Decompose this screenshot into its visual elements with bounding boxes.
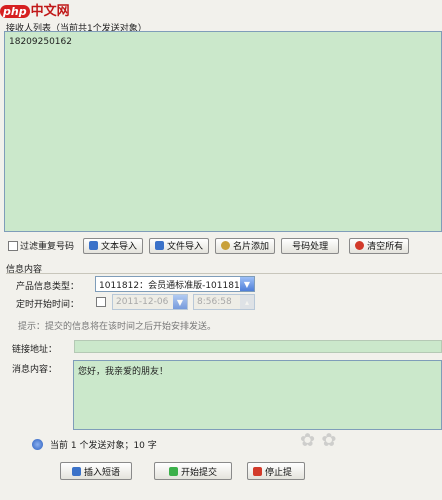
recipient-list[interactable]: 18209250162	[4, 31, 442, 232]
file-import-button[interactable]: 文件导入	[149, 237, 210, 254]
chevron-down-icon[interactable]: ▼	[173, 295, 187, 309]
clear-all-button[interactable]: 清空所有	[349, 237, 410, 254]
section-divider	[6, 273, 442, 274]
spinner-arrows-icon[interactable]: ▴	[240, 295, 254, 309]
import-icon	[89, 241, 99, 250]
watermark-logo: ✿ ✿	[300, 430, 337, 451]
insert-phrase-button[interactable]: 插入短语	[60, 462, 132, 480]
site-logo: php 中文网	[0, 0, 70, 20]
start-submit-button[interactable]: 开始提交	[154, 462, 232, 480]
stop-icon	[253, 466, 262, 476]
insert-phrase-label: 插入短语	[83, 467, 120, 478]
schedule-time-spinner[interactable]: 8:56:58 ▴	[193, 294, 255, 310]
product-type-label: 产品信息类型：	[16, 282, 80, 292]
schedule-checkbox[interactable]	[96, 297, 106, 307]
logo-text: 中文网	[30, 4, 70, 19]
link-label: 链接地址：	[12, 345, 58, 355]
schedule-date-value: 2011-12-06	[116, 297, 169, 307]
logo-badge: php	[0, 5, 30, 18]
number-process-label: 号码处理	[292, 242, 329, 252]
insert-icon	[71, 466, 81, 476]
recipient-toolbar: 过滤重复号码 文本导入 文件导入 名片添加 号码处理 清空所有	[8, 237, 410, 254]
message-content-textarea[interactable]: 您好，我亲爱的朋友！	[73, 360, 442, 430]
chevron-down-icon[interactable]: ▼	[240, 277, 254, 291]
number-process-button[interactable]: 号码处理	[281, 237, 340, 254]
info-icon	[32, 439, 43, 450]
product-type-value: 1011812：会员通标准版-1011812	[99, 280, 246, 291]
lightbulb-icon	[221, 241, 231, 250]
schedule-hint: 提示：提交的信息将在该时间之后开始安排发送。	[18, 322, 217, 332]
text-import-button[interactable]: 文本导入	[83, 237, 144, 254]
stop-submit-button[interactable]: 停止提	[247, 462, 305, 480]
schedule-label: 定时开始时间：	[16, 300, 80, 310]
schedule-time-value: 8:56:58	[197, 297, 232, 307]
clear-all-label: 清空所有	[367, 242, 404, 252]
dedupe-checkbox[interactable]	[8, 240, 18, 251]
clear-icon	[355, 241, 365, 250]
link-input[interactable]	[74, 340, 442, 353]
start-submit-label: 开始提交	[180, 467, 217, 478]
content-label: 消息内容：	[12, 365, 58, 375]
card-add-button[interactable]: 名片添加	[215, 237, 276, 254]
stop-submit-label: 停止提	[265, 467, 293, 478]
status-bar: 当前 1 个发送对象；10 字	[32, 438, 157, 451]
dedupe-label: 过滤重复号码	[20, 242, 75, 252]
recipient-item[interactable]: 18209250162	[9, 37, 437, 47]
text-import-label: 文本导入	[101, 242, 138, 252]
schedule-date-picker[interactable]: 2011-12-06 ▼	[112, 294, 188, 310]
product-type-select[interactable]: 1011812：会员通标准版-1011812 ▼	[95, 276, 255, 292]
file-import-label: 文件导入	[167, 242, 204, 252]
card-add-label: 名片添加	[233, 242, 270, 252]
play-icon	[168, 466, 178, 476]
import-icon	[155, 241, 165, 250]
status-text: 当前 1 个发送对象；10 字	[50, 441, 157, 451]
